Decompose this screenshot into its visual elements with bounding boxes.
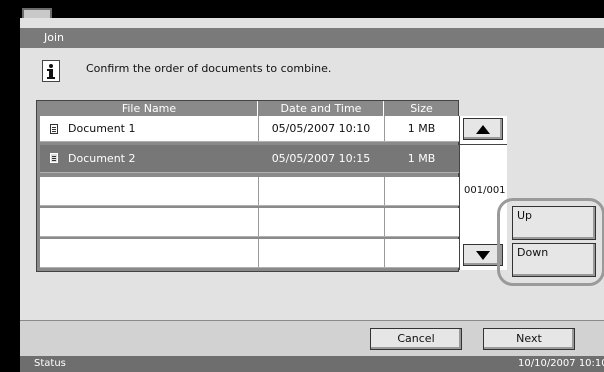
table-row-empty[interactable]	[40, 177, 459, 206]
status-bar	[20, 356, 604, 372]
column-header-file-name: File Name	[121, 102, 177, 115]
next-button[interactable]: Next	[483, 328, 575, 350]
cell-date-time: 05/05/2007 10:15	[271, 152, 371, 165]
move-up-button[interactable]: Up	[512, 206, 596, 240]
header-divider	[257, 101, 258, 116]
cell-file-name: Document 2	[68, 152, 136, 165]
table-row-document-2[interactable]: Document 2 05/05/2007 10:15 1 MB	[40, 145, 459, 173]
triangle-down-icon	[476, 251, 490, 260]
instruction-message: Confirm the order of documents to combin…	[86, 62, 332, 75]
scroll-up-button[interactable]	[463, 118, 503, 140]
column-separator	[258, 177, 259, 205]
info-icon	[42, 60, 60, 82]
column-separator	[258, 208, 259, 236]
scroll-divider	[459, 144, 507, 145]
column-separator	[384, 208, 385, 236]
cell-size: 1 MB	[407, 152, 436, 165]
table-row-empty[interactable]	[40, 208, 459, 237]
cell-file-name: Document 1	[68, 122, 136, 135]
column-separator	[384, 177, 385, 205]
column-separator	[384, 239, 385, 267]
cell-size: 1 MB	[407, 122, 436, 135]
column-header-date-time: Date and Time	[280, 102, 362, 115]
document-icon	[50, 153, 58, 163]
status-label[interactable]: Status	[34, 357, 66, 371]
column-header-size: Size	[410, 102, 433, 115]
document-icon	[50, 124, 58, 134]
column-separator	[258, 239, 259, 267]
dialog-title: Join	[44, 31, 65, 44]
header-divider	[383, 101, 384, 116]
status-datetime: 10/10/2007 10:10	[518, 358, 604, 369]
table-row-document-1[interactable]: Document 1 05/05/2007 10:10 1 MB	[40, 116, 459, 142]
cancel-button[interactable]: Cancel	[370, 328, 462, 350]
table-row-empty[interactable]	[40, 239, 459, 268]
dialog-title-bar	[20, 28, 604, 48]
page-indicator: 001/001	[464, 185, 506, 196]
triangle-up-icon	[476, 125, 490, 134]
move-down-button[interactable]: Down	[512, 243, 596, 277]
cell-date-time: 05/05/2007 10:10	[271, 122, 371, 135]
